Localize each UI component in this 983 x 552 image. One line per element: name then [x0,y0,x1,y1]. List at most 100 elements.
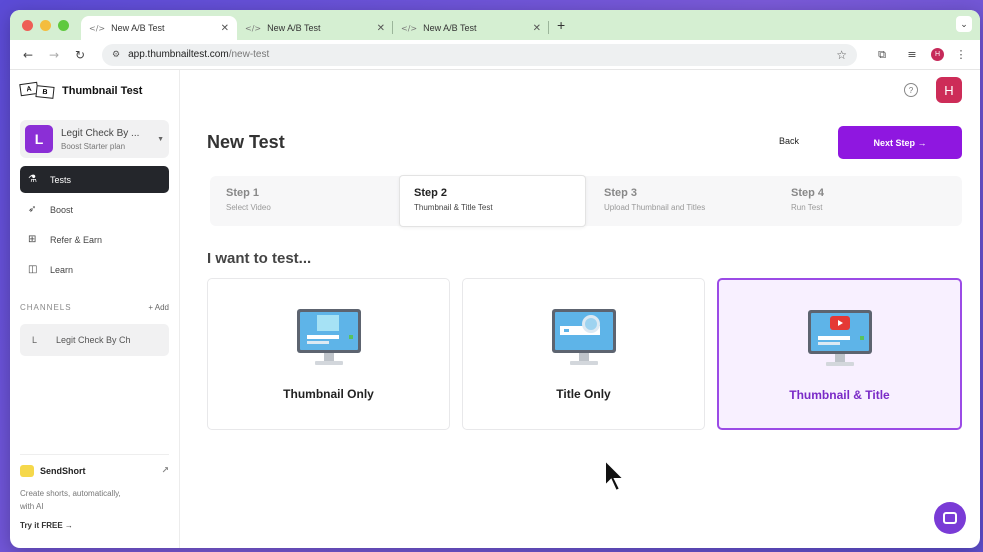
bookmark-star-icon[interactable]: ☆ [836,48,847,62]
user-avatar[interactable]: H [936,77,962,103]
caret-down-icon: ▼ [157,135,164,143]
tab-title: New A/B Test [111,23,165,33]
flask-icon: ⚗ [28,174,37,185]
thumbnail-monitor-icon [296,309,361,369]
gift-icon: ⊞ [28,234,37,245]
ab-favicon-icon: </> [245,23,262,33]
promo-description: Create shorts, automatically, with AI [20,489,121,511]
sidebar-item-label: Tests [50,174,72,185]
promo-cta-link[interactable]: Try it FREE → [20,521,169,530]
maximize-window-button[interactable] [58,19,69,31]
step-number: Step 3 [604,187,638,199]
profile-avatar[interactable]: H [931,48,944,61]
url-host: app.thumbnailtest.com [128,49,229,60]
book-icon: ◫ [28,264,38,275]
browser-tab-3[interactable]: </> New A/B Test ✕ [393,16,549,40]
forward-arrow-icon[interactable]: → [44,48,64,62]
channels-header: CHANNELS + Add [20,303,169,312]
brand-name: Thumbnail Test [62,85,143,97]
close-tab-icon[interactable]: ✕ [377,23,385,34]
ab-favicon-icon: </> [89,23,106,33]
test-type-options: Thumbnail Only Title Only Thumbnail & Ti… [207,278,962,430]
option-title-only[interactable]: Title Only [462,278,705,430]
ab-logo-icon: A B [19,81,56,99]
close-window-button[interactable] [22,19,33,31]
chat-support-button[interactable] [934,502,966,534]
help-icon[interactable]: ? [904,83,918,97]
back-arrow-icon[interactable]: ← [18,48,38,62]
add-channel-button[interactable]: + Add [148,303,169,312]
channels-heading: CHANNELS [20,303,72,312]
new-tab-icon[interactable]: + [557,17,565,33]
option-label: Title Only [556,387,611,401]
brand-logo[interactable]: A B Thumbnail Test [19,81,169,100]
page-title: New Test [207,132,285,152]
stepper: Step 1 Select Video Step 2 Thumbnail & T… [210,175,962,227]
tab-title: New A/B Test [423,23,477,33]
browser-tab-1[interactable]: </> New A/B Test ✕ [81,16,237,40]
back-button[interactable]: Back [766,128,812,154]
account-avatar: L [25,125,53,153]
account-switcher[interactable]: L Legit Check By ... Boost Starter plan … [20,120,169,158]
logo-mark-b: B [35,85,55,99]
sidebar-item-tests[interactable]: ⚗ Tests [20,166,169,193]
step-1[interactable]: Step 1 Select Video [210,176,397,226]
url-path: /new-test [228,49,270,60]
hand-wave-icon [20,465,34,477]
main-content: ? H New Test Back Next Step → Step 1 Sel… [180,70,980,548]
sidebar-item-label: Boost [50,204,74,215]
tab-menu-chevron-icon[interactable]: ⌄ [956,16,972,32]
tab-title: New A/B Test [267,23,321,33]
sidebar-item-label: Learn [50,264,74,275]
window-controls [22,19,69,31]
app-body: A B Thumbnail Test L Legit Check By ... … [10,70,980,548]
step-description: Thumbnail & Title Test [414,203,493,212]
section-title: I want to test... [207,250,312,267]
reload-icon[interactable]: ↻ [70,48,90,62]
video-monitor-icon [807,310,872,370]
option-thumbnail-only[interactable]: Thumbnail Only [207,278,450,430]
promo-title: SendShort [40,466,86,476]
option-label: Thumbnail Only [283,387,374,401]
minimize-window-button[interactable] [40,19,51,31]
browser-menu-icon[interactable]: ⋮ [950,48,972,61]
channel-initial: L [32,335,38,345]
step-description: Select Video [226,203,271,212]
sidebar-item-boost[interactable]: ➶ Boost [20,196,169,223]
channel-name: Legit Check By Ch [56,335,131,345]
media-control-icon[interactable]: ≡ [901,48,923,61]
account-plan: Boost Starter plan [61,141,126,151]
close-tab-icon[interactable]: ✕ [533,23,541,34]
title-monitor-icon [551,309,616,369]
step-number: Step 2 [414,187,448,199]
step-3[interactable]: Step 3 Upload Thumbnail and Titles [588,176,775,226]
close-tab-icon[interactable]: ✕ [221,23,229,34]
sidebar-nav: ⚗ Tests ➶ Boost ⊞ Refer & Earn ◫ Learn [20,166,169,283]
external-link-icon[interactable]: ↗ [161,466,169,476]
step-description: Upload Thumbnail and Titles [604,203,706,212]
site-settings-icon[interactable]: ⚙ [112,50,120,60]
step-number: Step 4 [791,187,825,199]
extensions-icon[interactable]: ⧉ [871,48,893,62]
tab-strip: </> New A/B Test ✕ </> New A/B Test ✕ </… [10,10,980,40]
next-step-button[interactable]: Next Step → [838,126,962,159]
channel-item[interactable]: L Legit Check By Ch [20,324,169,356]
step-4[interactable]: Step 4 Run Test [775,176,962,226]
sidebar: A B Thumbnail Test L Legit Check By ... … [10,70,180,548]
browser-tab-2[interactable]: </> New A/B Test ✕ [237,16,393,40]
option-label: Thumbnail & Title [789,388,890,402]
step-description: Run Test [791,203,823,212]
sidebar-item-learn[interactable]: ◫ Learn [20,256,169,283]
step-2[interactable]: Step 2 Thumbnail & Title Test [399,175,586,227]
sidebar-item-refer[interactable]: ⊞ Refer & Earn [20,226,169,253]
sendshort-promo: SendShort ↗ Create shorts, automatically… [20,454,169,530]
browser-toolbar: ← → ↻ ⚙ app.thumbnailtest.com/new-test ☆… [10,40,980,70]
account-name: Legit Check By ... [61,127,140,139]
ab-favicon-icon: </> [401,23,418,33]
step-number: Step 1 [226,187,260,199]
rocket-icon: ➶ [28,204,37,215]
browser-window: </> New A/B Test ✕ </> New A/B Test ✕ </… [10,10,980,548]
address-bar[interactable]: ⚙ app.thumbnailtest.com/new-test ☆ [102,43,857,66]
option-thumbnail-and-title[interactable]: Thumbnail & Title [717,278,962,430]
chat-bubble-icon [943,512,957,524]
